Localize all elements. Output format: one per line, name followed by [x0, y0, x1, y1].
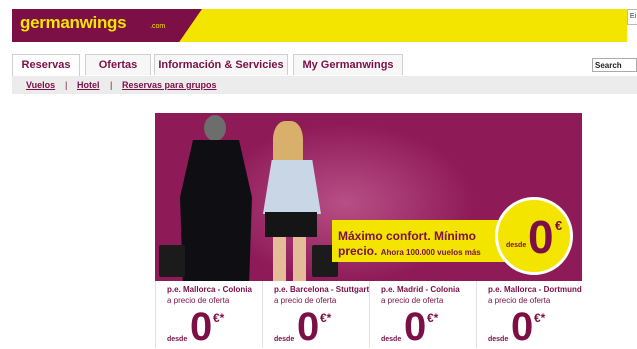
offer-route[interactable]: p.e. Mallorca - Colonia	[167, 285, 252, 294]
offer-subtitle: a precio de oferta	[167, 296, 230, 305]
language-badge[interactable]: Ei	[627, 9, 637, 25]
price-circle: desde 0 €	[495, 197, 573, 275]
woman-leg-left	[273, 237, 286, 281]
price-from-label: desde	[506, 242, 527, 249]
woman-skirt	[265, 212, 317, 237]
offer-card[interactable]: p.e. Mallorca - Dortmund a precio de ofe…	[476, 281, 583, 349]
woman-figure	[263, 160, 321, 214]
offer-currency: €*	[427, 311, 439, 325]
offer-from-label: desde	[167, 336, 188, 343]
offer-subtitle: a precio de oferta	[381, 296, 444, 305]
promo-headline-price-word: precio.	[338, 244, 378, 258]
price-value: 0	[528, 211, 554, 263]
price-currency: €	[555, 218, 563, 233]
offer-subtitle: a precio de oferta	[488, 296, 551, 305]
subnav-link-hotel[interactable]: Hotel	[77, 80, 100, 90]
offer-price: 0	[297, 305, 320, 349]
offer-from-label: desde	[274, 336, 295, 343]
tab-informacion-servicios[interactable]: Información & Servicies	[154, 54, 288, 75]
subnav-link-vuelos[interactable]: Vuelos	[26, 80, 55, 90]
logo-suffix: .com	[150, 23, 166, 30]
brand-bar: germanwings .com	[12, 9, 627, 42]
offer-currency: €*	[534, 311, 546, 325]
subnav-separator: |	[65, 80, 68, 90]
offer-route[interactable]: p.e. Barcelona - Stuttgart	[274, 285, 369, 294]
subnav-separator: |	[110, 80, 113, 90]
offer-card[interactable]: p.e. Madrid - Colonia a precio de oferta…	[369, 281, 476, 349]
offer-price: 0	[404, 305, 427, 349]
woman-leg-right	[293, 237, 306, 281]
offer-card[interactable]: p.e. Barcelona - Stuttgart a precio de o…	[262, 281, 369, 349]
promo-banner[interactable]: Máximo confort. Mínimo precio. Ahora 100…	[155, 113, 582, 281]
businessman-figure	[180, 140, 252, 281]
promo-headline: Máximo confort. Mínimo precio. Ahora 100…	[338, 229, 508, 260]
subnav-link-reservas-grupos[interactable]: Reservas para grupos	[122, 80, 217, 90]
tab-my-germanwings[interactable]: My Germanwings	[293, 54, 403, 75]
offer-card[interactable]: p.e. Mallorca - Colonia a precio de ofer…	[155, 281, 262, 349]
tab-reservas[interactable]: Reservas	[12, 54, 80, 77]
promo-headline-line2: precio. Ahora 100.000 vuelos más	[338, 244, 508, 260]
offer-price: 0	[190, 305, 213, 349]
offer-currency: €*	[213, 311, 225, 325]
sub-nav: Vuelos | Hotel | Reservas para grupos	[12, 76, 637, 94]
tab-ofertas[interactable]: Ofertas	[85, 54, 151, 75]
offer-route[interactable]: p.e. Mallorca - Dortmund	[488, 285, 582, 294]
offer-subtitle: a precio de oferta	[274, 296, 337, 305]
luggage-bag-icon	[159, 245, 185, 277]
offer-route[interactable]: p.e. Madrid - Colonia	[381, 285, 460, 294]
germanwings-logo[interactable]: germanwings	[20, 13, 127, 33]
promo-subline: Ahora 100.000 vuelos más	[380, 248, 481, 257]
site-header: germanwings .com Ei	[0, 0, 637, 44]
offer-from-label: desde	[488, 336, 509, 343]
promo-headline-line1: Máximo confort. Mínimo	[338, 229, 476, 243]
offer-currency: €*	[320, 311, 332, 325]
offer-price: 0	[511, 305, 534, 349]
offer-from-label: desde	[381, 336, 402, 343]
main-nav: Reservas Ofertas Información & Servicies…	[12, 54, 637, 78]
businessman-head	[204, 115, 226, 141]
search-input[interactable]: Search	[592, 58, 637, 72]
